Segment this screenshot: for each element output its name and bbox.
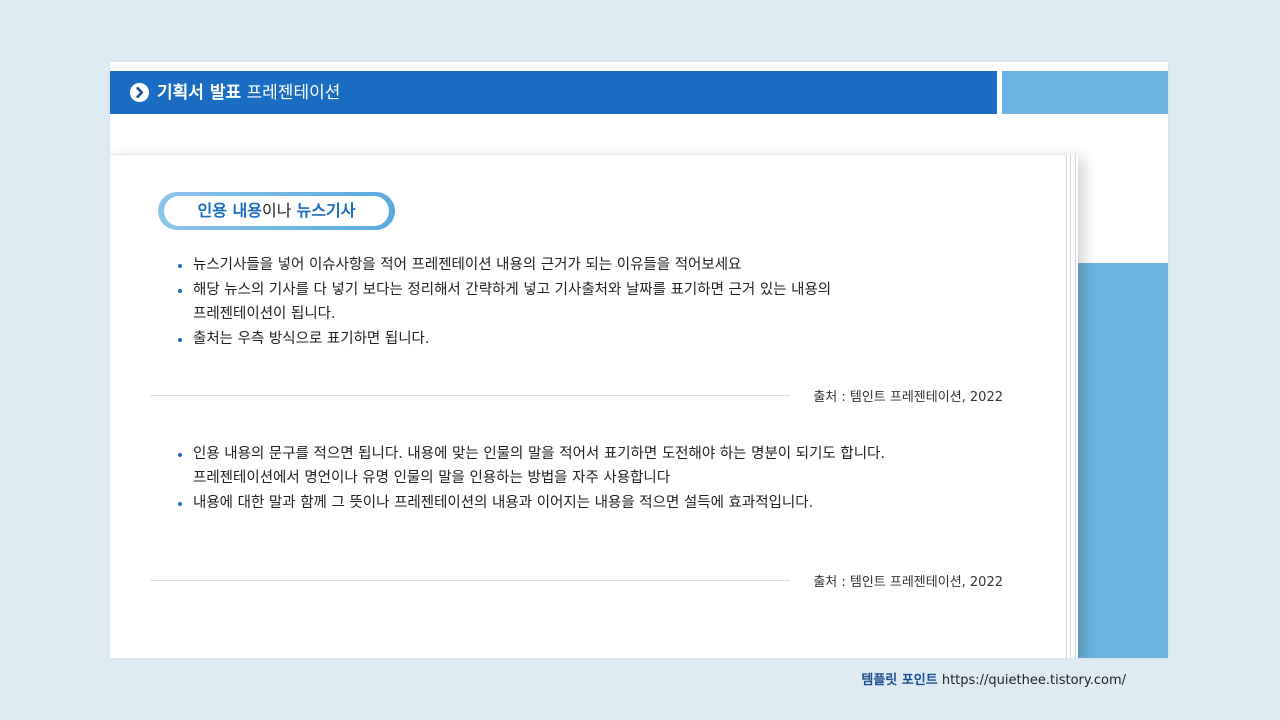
pill-text-news: 뉴스기사: [296, 201, 356, 220]
bullet-text: 뉴스기사들을 넣어 이슈사항을 적어 프레젠테이션 내용의 근거가 되는 이유들…: [193, 257, 742, 273]
bullet-text-continued: 프레젠테이션에서 명언이나 유명 인물의 말을 인용하는 방법을 자주 사용합니…: [193, 470, 671, 486]
bullet-text: 인용 내용의 문구를 적으면 됩니다. 내용에 맞는 인물의 말을 적어서 표기…: [193, 446, 885, 462]
page-title-rest: 프레젠테이션: [246, 83, 341, 103]
footer-credit: 템플릿 포인트 https://quiethee.tistory.com/: [861, 669, 1126, 688]
slide: 기획서 발표 프레젠테이션 인용 내용이나 뉴스기사 뉴스기사들을 넣어 이슈사…: [110, 62, 1168, 658]
paper-edge-back: [1072, 154, 1076, 658]
bullet-dot: [178, 289, 182, 293]
section-pill: 인용 내용이나 뉴스기사: [158, 192, 395, 230]
header-accent-block: [1002, 71, 1168, 114]
bullet-text: 해당 뉴스의 기사를 다 넣기 보다는 정리해서 간략하게 넣고 기사출처와 날…: [193, 282, 832, 298]
bullet-list-1: 뉴스기사들을 넣어 이슈사항을 적어 프레젠테이션 내용의 근거가 되는 이유들…: [176, 253, 831, 351]
bullet-text: 내용에 대한 말과 함께 그 뜻이나 프레젠테이션의 내용과 이어지는 내용을 …: [193, 495, 814, 511]
bullet-dot: [178, 453, 182, 457]
bullet-text-continued: 프레젠테이션이 됩니다.: [193, 306, 336, 322]
bullet-text: 출처는 우측 방식으로 표기하면 됩니다.: [193, 331, 430, 347]
source-citation: 출처 : 템인트 프레젠테이션, 2022: [813, 390, 1003, 405]
bullet-dot: [178, 502, 182, 506]
paper-edge-middle: [1067, 154, 1071, 658]
side-accent-block: [1068, 263, 1168, 658]
list-item: 해당 뉴스의 기사를 다 넣기 보다는 정리해서 간략하게 넣고 기사출처와 날…: [176, 278, 831, 326]
chevron-right-circle-icon: [130, 83, 149, 102]
divider-line: [150, 395, 790, 396]
page-title: 기획서 발표 프레젠테이션: [157, 81, 340, 105]
page-title-bold: 기획서 발표: [157, 83, 242, 103]
header-bar: 기획서 발표 프레젠테이션: [110, 71, 997, 114]
divider-line: [150, 580, 790, 581]
section-pill-label: 인용 내용이나 뉴스기사: [164, 196, 389, 226]
pill-text-quote: 인용 내용: [197, 201, 262, 220]
bullet-dot: [178, 264, 182, 268]
footer-url[interactable]: https://quiethee.tistory.com/: [942, 673, 1126, 688]
footer-brand: 템플릿 포인트: [861, 673, 938, 688]
bullet-list-2: 인용 내용의 문구를 적으면 됩니다. 내용에 맞는 인물의 말을 적어서 표기…: [176, 442, 885, 515]
bullet-dot: [178, 338, 182, 342]
pill-text-or: 이나: [262, 201, 292, 220]
list-item: 인용 내용의 문구를 적으면 됩니다. 내용에 맞는 인물의 말을 적어서 표기…: [176, 442, 885, 490]
list-item: 뉴스기사들을 넣어 이슈사항을 적어 프레젠테이션 내용의 근거가 되는 이유들…: [176, 253, 831, 277]
source-citation: 출처 : 템인트 프레젠테이션, 2022: [813, 575, 1003, 590]
list-item: 내용에 대한 말과 함께 그 뜻이나 프레젠테이션의 내용과 이어지는 내용을 …: [176, 491, 885, 515]
list-item: 출처는 우측 방식으로 표기하면 됩니다.: [176, 327, 831, 351]
